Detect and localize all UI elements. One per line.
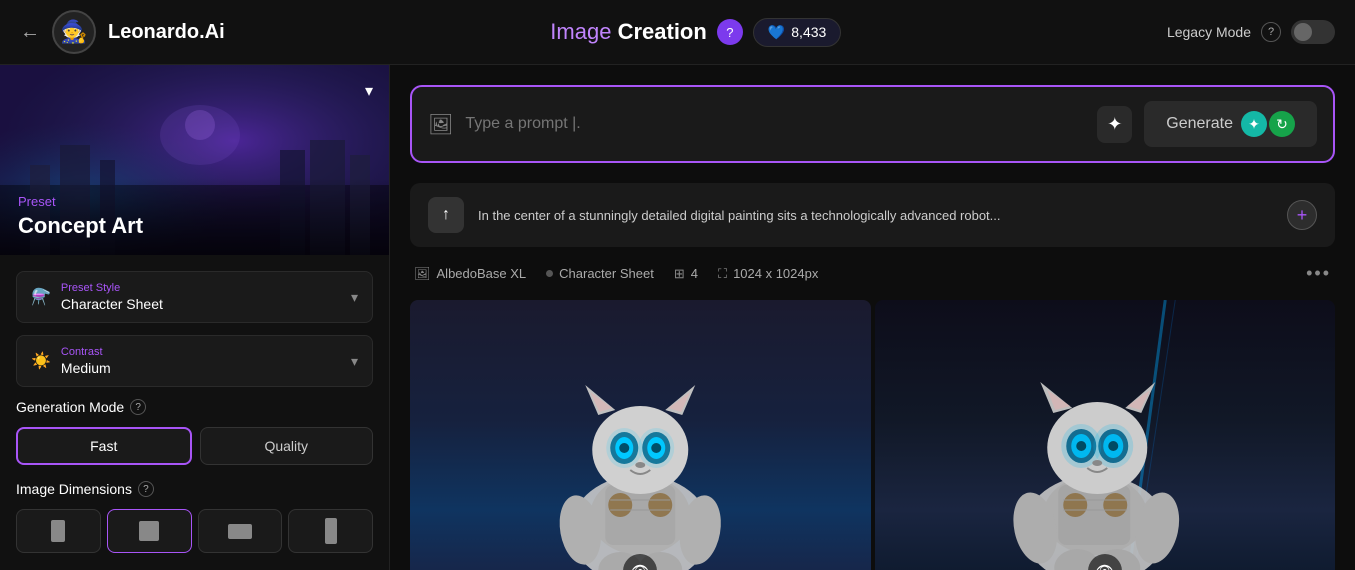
result-row: ↑ In the center of a stunningly detailed… <box>410 183 1335 247</box>
sidebar-controls: ⚗️ Preset Style Character Sheet ▾ ☀️ Con… <box>0 255 389 570</box>
legacy-help-icon[interactable]: ? <box>1261 22 1281 42</box>
generation-mode-help-icon[interactable]: ? <box>130 399 146 415</box>
eye-icon-1: 👁 <box>631 562 650 570</box>
preset-style-value: Character Sheet <box>61 296 341 312</box>
resize-icon: ⛶ <box>718 266 727 282</box>
more-options-button[interactable]: ••• <box>1306 263 1331 284</box>
contrast-content: Contrast Medium <box>61 346 341 376</box>
square-icon <box>139 521 159 541</box>
contrast-label: Contrast <box>61 346 341 358</box>
add-result-button[interactable]: + <box>1287 200 1317 230</box>
app-logo: 🧙 <box>52 10 96 54</box>
credits-icon: 💙 <box>768 24 785 41</box>
flask-icon: ⚗️ <box>31 287 51 307</box>
main-area: Preset Concept Art ▾ ⚗️ Preset Style Cha… <box>0 65 1355 570</box>
enhance-button[interactable]: ✦ <box>1097 106 1132 143</box>
result-prompt-text: In the center of a stunningly detailed d… <box>478 208 1273 223</box>
cat-svg-2 <box>875 300 1336 570</box>
generate-label: Generate <box>1166 115 1233 133</box>
generate-icons: ✦ ↻ <box>1241 111 1295 137</box>
image-1-background <box>410 300 871 570</box>
grid-icon: ⊞ <box>674 266 685 282</box>
logo-icon: 🧙 <box>60 19 87 45</box>
back-button[interactable]: ← <box>20 21 40 44</box>
generation-mode-section: Generation Mode ? <box>16 399 373 415</box>
tall-icon <box>325 518 337 544</box>
preset-chevron-icon[interactable]: ▾ <box>365 81 373 101</box>
plus-icon: + <box>1297 205 1308 226</box>
quality-mode-button[interactable]: Quality <box>200 427 374 465</box>
preset-style-chevron-icon: ▾ <box>351 289 358 306</box>
header-center: Image Creation ? 💙 8,433 <box>225 18 1167 47</box>
image-2-background <box>875 300 1336 570</box>
up-arrow-icon: ↑ <box>442 206 450 224</box>
model-icon: 🖼 <box>414 266 431 282</box>
images-row: 👁 <box>410 300 1335 570</box>
preset-card-overlay: Preset Concept Art <box>0 178 389 255</box>
style-meta: Character Sheet <box>546 266 654 281</box>
portrait-icon <box>51 520 65 542</box>
credits-value: 8,433 <box>791 24 826 40</box>
model-name: AlbedoBase XL <box>437 266 527 281</box>
enhance-icon: ✦ <box>1107 114 1122 134</box>
legacy-mode-toggle[interactable] <box>1291 20 1335 44</box>
contrast-value: Medium <box>61 360 341 376</box>
image-dimensions: 1024 x 1024px <box>733 266 818 281</box>
contrast-chevron-icon: ▾ <box>351 353 358 370</box>
count-meta: ⊞ 4 <box>674 266 698 282</box>
preset-style-control[interactable]: ⚗️ Preset Style Character Sheet ▾ <box>16 271 373 323</box>
generation-mode-title: Generation Mode <box>16 399 124 415</box>
preset-card[interactable]: Preset Concept Art ▾ <box>0 65 389 255</box>
dimensions-meta: ⛶ 1024 x 1024px <box>718 266 818 282</box>
title-image-word: Image <box>550 19 611 44</box>
image-dimensions-title: Image Dimensions <box>16 481 132 497</box>
landscape-icon <box>228 524 252 539</box>
sun-icon: ☀️ <box>31 351 51 371</box>
image-dimensions-help-icon[interactable]: ? <box>138 481 154 497</box>
header-right: Legacy Mode ? <box>1167 20 1335 44</box>
image-count: 4 <box>691 266 698 281</box>
generate-button[interactable]: Generate ✦ ↻ <box>1144 101 1317 147</box>
tall-dim-button[interactable] <box>288 509 373 553</box>
page-title: Image Creation <box>550 19 707 45</box>
title-creation-word: Creation <box>618 19 707 44</box>
title-help-button[interactable]: ? <box>717 19 743 45</box>
legacy-mode-label: Legacy Mode <box>1167 24 1251 40</box>
brand-name: Leonardo.Ai <box>108 21 225 44</box>
fast-mode-button[interactable]: Fast <box>16 427 192 465</box>
dimension-buttons <box>16 509 373 553</box>
prompt-input[interactable] <box>465 115 1085 133</box>
prompt-image-icon[interactable]: 🖼 <box>428 112 453 137</box>
app-header: ← 🧙 Leonardo.Ai Image Creation ? 💙 8,433… <box>0 0 1355 65</box>
content-area: 🖼 ✦ Generate ✦ ↻ ↑ In the center of a st… <box>390 65 1355 570</box>
eye-icon-2: 👁 <box>1095 562 1114 570</box>
contrast-control[interactable]: ☀️ Contrast Medium ▾ <box>16 335 373 387</box>
portrait-dim-button[interactable] <box>16 509 101 553</box>
style-name: Character Sheet <box>559 266 654 281</box>
preset-value: Concept Art <box>18 213 371 239</box>
sidebar: Preset Concept Art ▾ ⚗️ Preset Style Cha… <box>0 65 390 570</box>
header-left: ← 🧙 Leonardo.Ai <box>20 10 225 54</box>
preset-style-content: Preset Style Character Sheet <box>61 282 341 312</box>
style-dot-icon <box>546 270 553 277</box>
image-card-1[interactable]: 👁 <box>410 300 871 570</box>
help-icon: ? <box>726 25 733 40</box>
preset-style-label: Preset Style <box>61 282 341 294</box>
image-dimensions-section: Image Dimensions ? <box>16 481 373 497</box>
upload-button[interactable]: ↑ <box>428 197 464 233</box>
generate-icon-1: ✦ <box>1241 111 1267 137</box>
prompt-area: 🖼 ✦ Generate ✦ ↻ <box>410 85 1335 163</box>
image-card-2[interactable]: 👁 <box>875 300 1336 570</box>
cat-svg-1 <box>410 300 871 570</box>
model-meta: 🖼 AlbedoBase XL <box>414 266 526 282</box>
meta-row: 🖼 AlbedoBase XL Character Sheet ⊞ 4 ⛶ 10… <box>410 263 1335 284</box>
landscape-dim-button[interactable] <box>198 509 283 553</box>
square-dim-button[interactable] <box>107 509 192 553</box>
generation-mode-buttons: Fast Quality <box>16 427 373 465</box>
credits-badge[interactable]: 💙 8,433 <box>753 18 841 47</box>
generate-icon-2: ↻ <box>1269 111 1295 137</box>
preset-label: Preset <box>18 194 371 209</box>
